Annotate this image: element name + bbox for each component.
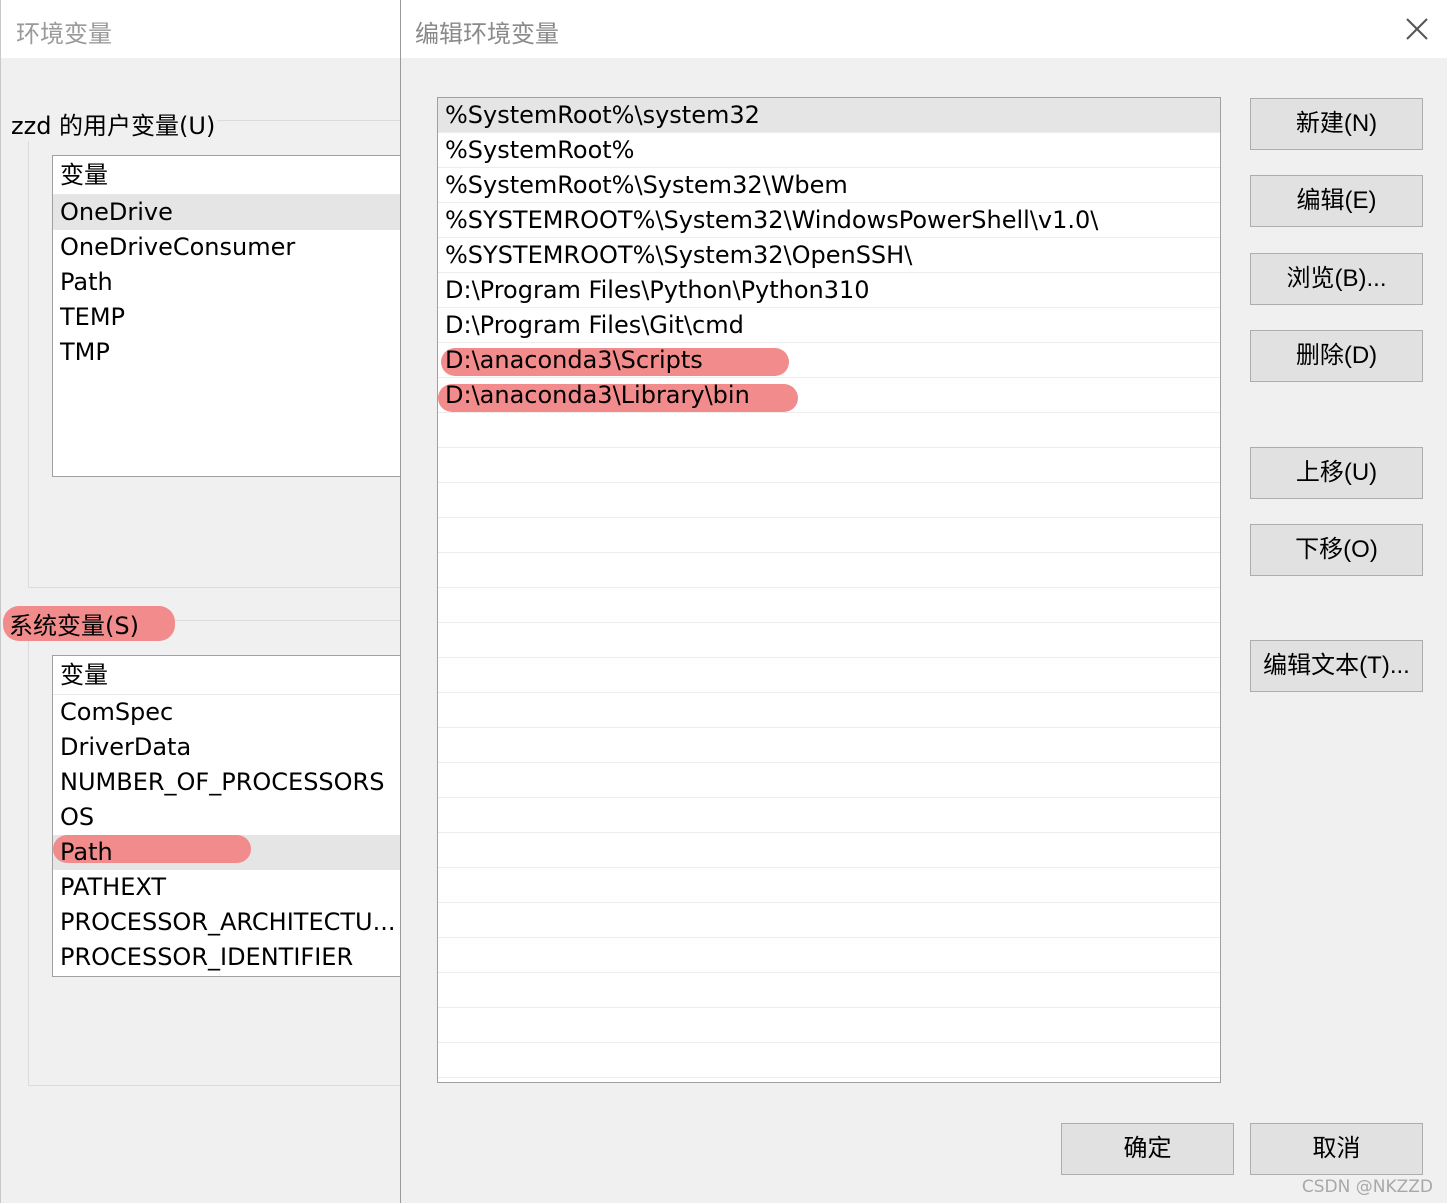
- empty-row[interactable]: [438, 588, 1220, 623]
- path-entry-text: %SystemRoot%\System32\Wbem: [445, 171, 848, 199]
- ok-button[interactable]: 确定: [1061, 1123, 1234, 1175]
- user-variables-label: zzd 的用户变量(U): [9, 106, 218, 141]
- path-entry[interactable]: D:\Program Files\Python\Python310: [438, 273, 1220, 308]
- path-entry[interactable]: %SystemRoot%\system32: [438, 98, 1220, 133]
- list-item[interactable]: PATHEXT: [53, 870, 411, 905]
- watermark: CSDN @NKZZD: [1301, 1177, 1433, 1197]
- list-item[interactable]: PROCESSOR_ARCHITECTU...: [53, 905, 411, 940]
- path-entry-text: %SYSTEMROOT%\System32\OpenSSH\: [445, 241, 913, 269]
- path-entry-text: D:\anaconda3\Library\bin: [445, 381, 750, 409]
- empty-row[interactable]: [438, 448, 1220, 483]
- empty-row[interactable]: [438, 728, 1220, 763]
- system-variables-list[interactable]: 变量 ComSpec DriverData NUMBER_OF_PROCESSO…: [52, 655, 412, 977]
- list-item-path-selected[interactable]: Path: [53, 835, 411, 870]
- path-entry-text: D:\Program Files\Python\Python310: [445, 276, 870, 304]
- empty-row[interactable]: [438, 973, 1220, 1008]
- list-item[interactable]: Path: [53, 265, 411, 300]
- user-variables-list[interactable]: 变量 OneDrive OneDriveConsumer Path TEMP T…: [52, 155, 412, 477]
- list-item-label: Path: [60, 838, 113, 866]
- empty-row[interactable]: [438, 483, 1220, 518]
- list-item[interactable]: OneDrive: [53, 195, 411, 230]
- move-down-button[interactable]: 下移(O): [1250, 524, 1423, 576]
- path-entry-highlighted[interactable]: D:\anaconda3\Scripts: [438, 343, 1220, 378]
- list-item[interactable]: NUMBER_OF_PROCESSORS: [53, 765, 411, 800]
- empty-row[interactable]: [438, 868, 1220, 903]
- empty-row[interactable]: [438, 658, 1220, 693]
- list-item[interactable]: ComSpec: [53, 695, 411, 730]
- user-variables-column-header[interactable]: 变量: [53, 156, 411, 195]
- close-button[interactable]: [1402, 14, 1432, 44]
- empty-row[interactable]: [438, 1008, 1220, 1043]
- empty-row[interactable]: [438, 763, 1220, 798]
- edit-environment-variable-dialog: 编辑环境变量 %SystemRoot%\system32 %SystemRoot…: [400, 0, 1447, 1203]
- path-entry-text: %SystemRoot%\system32: [445, 101, 760, 129]
- list-item[interactable]: TEMP: [53, 300, 411, 335]
- path-entry-highlighted[interactable]: D:\anaconda3\Library\bin: [438, 378, 1220, 413]
- empty-row[interactable]: [438, 833, 1220, 868]
- path-entry[interactable]: D:\Program Files\Git\cmd: [438, 308, 1220, 343]
- list-item[interactable]: TMP: [53, 335, 411, 370]
- move-up-button[interactable]: 上移(U): [1250, 447, 1423, 499]
- path-entries-list[interactable]: %SystemRoot%\system32 %SystemRoot% %Syst…: [437, 97, 1221, 1083]
- empty-row[interactable]: [438, 938, 1220, 973]
- path-entry[interactable]: %SystemRoot%\System32\Wbem: [438, 168, 1220, 203]
- close-icon: [1406, 18, 1428, 40]
- path-entry-text: %SYSTEMROOT%\System32\WindowsPowerShell\…: [445, 206, 1099, 234]
- environment-variables-window: 环境变量 zzd 的用户变量(U) 变量 OneDrive OneDriveCo…: [0, 0, 412, 1203]
- bg-window-title: 环境变量: [16, 20, 112, 48]
- edit-text-button[interactable]: 编辑文本(T)...: [1250, 640, 1423, 692]
- list-item[interactable]: OS: [53, 800, 411, 835]
- empty-row[interactable]: [438, 623, 1220, 658]
- empty-row[interactable]: [438, 693, 1220, 728]
- path-entry[interactable]: %SYSTEMROOT%\System32\WindowsPowerShell\…: [438, 203, 1220, 238]
- list-item[interactable]: PROCESSOR_IDENTIFIER: [53, 940, 411, 975]
- system-variables-column-header[interactable]: 变量: [53, 656, 411, 695]
- path-entry[interactable]: %SYSTEMROOT%\System32\OpenSSH\: [438, 238, 1220, 273]
- dialog-title: 编辑环境变量: [415, 20, 559, 48]
- empty-row[interactable]: [438, 1043, 1220, 1078]
- dialog-titlebar: 编辑环境变量: [401, 0, 1447, 58]
- bg-titlebar: 环境变量: [1, 0, 401, 58]
- path-entry-text: D:\Program Files\Git\cmd: [445, 311, 744, 339]
- empty-row[interactable]: [438, 903, 1220, 938]
- empty-row[interactable]: [438, 553, 1220, 588]
- edit-button[interactable]: 编辑(E): [1250, 175, 1423, 227]
- empty-row[interactable]: [438, 413, 1220, 448]
- empty-row[interactable]: [438, 518, 1220, 553]
- path-entry-text: D:\anaconda3\Scripts: [445, 346, 703, 374]
- new-button[interactable]: 新建(N): [1250, 98, 1423, 150]
- delete-button[interactable]: 删除(D): [1250, 330, 1423, 382]
- browse-button[interactable]: 浏览(B)...: [1250, 253, 1423, 305]
- path-entry-text: %SystemRoot%: [445, 136, 635, 164]
- path-entry[interactable]: %SystemRoot%: [438, 133, 1220, 168]
- list-item[interactable]: OneDriveConsumer: [53, 230, 411, 265]
- system-variables-label: 系统变量(S): [3, 606, 175, 641]
- empty-row[interactable]: [438, 798, 1220, 833]
- list-item[interactable]: DriverData: [53, 730, 411, 765]
- cancel-button[interactable]: 取消: [1250, 1123, 1423, 1175]
